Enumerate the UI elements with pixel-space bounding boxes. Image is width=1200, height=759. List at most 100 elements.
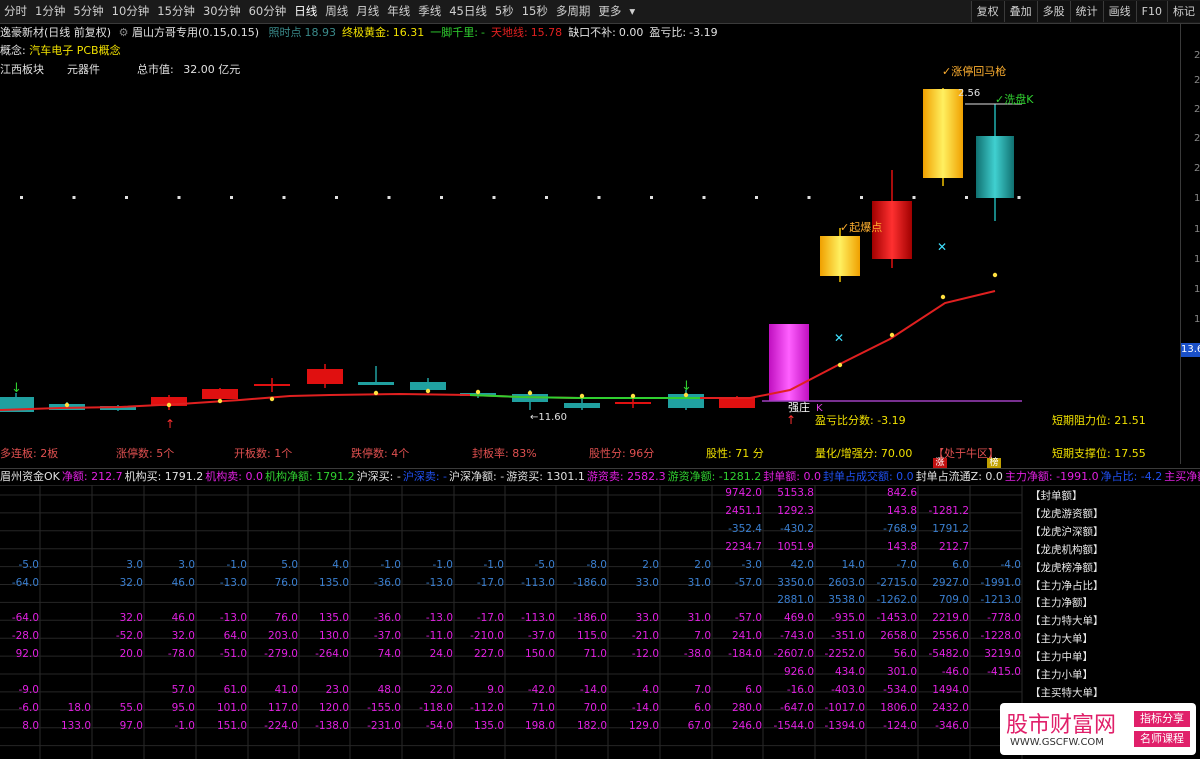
indicator-value: 18.93 [304, 26, 337, 39]
grid-cell: -155.0 [367, 701, 401, 714]
grid-cell: -6.0 [18, 701, 40, 714]
grid-cell: 6.0 [694, 701, 711, 714]
dotted-level-marker [912, 196, 916, 199]
grid-cell: -1453.0 [876, 612, 917, 625]
axis-tick: 2 [1194, 50, 1200, 61]
period-tab[interactable]: 60分钟 [245, 0, 291, 23]
logo-tag-share: 指标分享 [1134, 711, 1190, 727]
grid-cell: 1051.9 [777, 540, 814, 553]
gscfw-logo: 股市财富网 WWW.GSCFW.COM 指标分享 名师课程 [1000, 703, 1196, 755]
formula-name[interactable]: 眉山方哥专用(0.15,0.15) [132, 26, 259, 39]
grid-cell: 32.0 [119, 612, 143, 625]
period-tab[interactable]: 5分钟 [69, 0, 107, 23]
period-tab[interactable]: 多周期 [552, 0, 595, 23]
grid-cell: -1262.0 [876, 594, 917, 607]
grid-cell: -7.0 [896, 558, 918, 571]
period-tab[interactable]: 1分钟 [31, 0, 69, 23]
row-label: 【龙虎沪深额】 [1030, 525, 1104, 538]
signal-dot [475, 389, 481, 395]
period-tab[interactable]: 10分钟 [108, 0, 154, 23]
stat-dieting: 跌停数: 4个 [351, 447, 410, 460]
grid-cell: 301.0 [886, 666, 917, 678]
row-label: 【龙虎机构额】 [1030, 543, 1104, 556]
stat-guxing2: 股性: 71 分 [706, 447, 764, 460]
grid-cell: 3219.0 [984, 648, 1021, 661]
grid-cell: 18.0 [67, 701, 91, 714]
dotted-level-marker [72, 196, 76, 199]
grid-cell: 32.0 [171, 630, 195, 643]
grid-cell: -14.0 [579, 683, 607, 696]
period-tab[interactable]: 5秒 [491, 0, 518, 23]
grid-cell: -14.0 [631, 701, 659, 714]
price-axis[interactable] [1180, 24, 1200, 464]
flow-metric: 封单占成交额: 0.0 [822, 470, 914, 483]
tool-button[interactable]: 叠加 [1003, 1, 1037, 22]
grid-cell: -118.0 [419, 701, 453, 714]
annotation-low-value: ←11.60 [530, 412, 568, 423]
grid-cell: 280.0 [731, 701, 762, 714]
period-tab[interactable]: 15秒 [518, 0, 552, 23]
grid-cell: 7.0 [694, 630, 711, 643]
tool-button[interactable]: 统计 [1069, 1, 1103, 22]
annotation-qiangzhuang: 强庄 [788, 401, 810, 414]
dotted-level-marker [545, 196, 548, 199]
grid-cell: 246.0 [731, 719, 762, 732]
period-tab[interactable]: 周线 [321, 0, 352, 23]
tool-button[interactable]: 标记 [1167, 1, 1200, 22]
grid-cell: 33.0 [635, 612, 659, 625]
butterfly-icon: ✕ [937, 240, 947, 254]
grid-cell: 2234.7 [725, 540, 762, 553]
candle-body-yellow [923, 89, 963, 178]
candle-body [564, 403, 600, 408]
settings-icon[interactable]: ⚙ [119, 26, 129, 39]
more-dropdown-icon[interactable]: ▾ [625, 0, 639, 23]
candle-body [615, 402, 651, 404]
period-tab[interactable]: 季线 [414, 0, 445, 23]
grid-cell: 1806.0 [880, 701, 917, 714]
grid-cell: 203.0 [267, 630, 298, 643]
candle-body [358, 382, 394, 385]
stat-kaiban: 开板数: 1个 [234, 447, 293, 460]
grid-cell: -2607.0 [773, 648, 814, 661]
more-tab[interactable]: 更多 [594, 0, 625, 23]
grid-cell: -46.0 [941, 666, 969, 678]
grid-cell: 4.0 [642, 683, 659, 696]
tool-button[interactable]: 画线 [1102, 1, 1136, 22]
grid-cell: 143.8 [886, 504, 917, 517]
period-tab[interactable]: 日线 [290, 0, 321, 23]
tool-button[interactable]: F10 [1135, 1, 1167, 22]
stat-zhangting: 涨停数: 5个 [116, 447, 175, 460]
grid-cell: -11.0 [425, 630, 453, 643]
short-resistance: 短期阻力位: 21.51 [1052, 414, 1146, 427]
period-tab[interactable]: 45日线 [445, 0, 491, 23]
period-tab[interactable]: 年线 [383, 0, 414, 23]
moving-average-line [0, 290, 996, 411]
grid-cell: -778.0 [987, 612, 1021, 625]
signal-dot [64, 402, 70, 408]
flow-metric: 主力净额: -1991.0 [1004, 470, 1099, 483]
tool-button[interactable]: 多股 [1036, 1, 1070, 22]
tool-button[interactable]: 复权 [970, 1, 1004, 22]
period-tab[interactable]: 30分钟 [199, 0, 245, 23]
axis-tick: 2 [1194, 133, 1200, 144]
grid-cell: -57.0 [734, 612, 762, 625]
period-tab[interactable]: 月线 [352, 0, 383, 23]
axis-tick: 1 [1194, 224, 1200, 235]
grid-cell: -1213.0 [980, 594, 1021, 607]
grid-cell: -1.0 [226, 558, 248, 571]
grid-cell: 71.0 [531, 701, 555, 714]
grid-cell: -1991.0 [980, 576, 1021, 589]
stock-name[interactable]: 逸豪新材(日线 前复权) [0, 26, 111, 39]
period-tab[interactable]: 分时 [0, 0, 31, 23]
flow-metric: 游资卖: 2582.3 [586, 470, 666, 483]
grid-cell: -13.0 [425, 576, 453, 589]
dotted-level-marker [1017, 196, 1021, 199]
flow-metric: 眉州资金OK [0, 470, 60, 483]
grid-cell: 57.0 [171, 683, 195, 696]
flow-metric: 沪深卖: - [402, 470, 448, 483]
grid-cell: -5.0 [18, 558, 40, 571]
grid-cell: 1791.2 [932, 522, 969, 535]
dotted-level-marker [125, 196, 128, 199]
dotted-level-marker [230, 196, 233, 199]
period-tab[interactable]: 15分钟 [153, 0, 199, 23]
